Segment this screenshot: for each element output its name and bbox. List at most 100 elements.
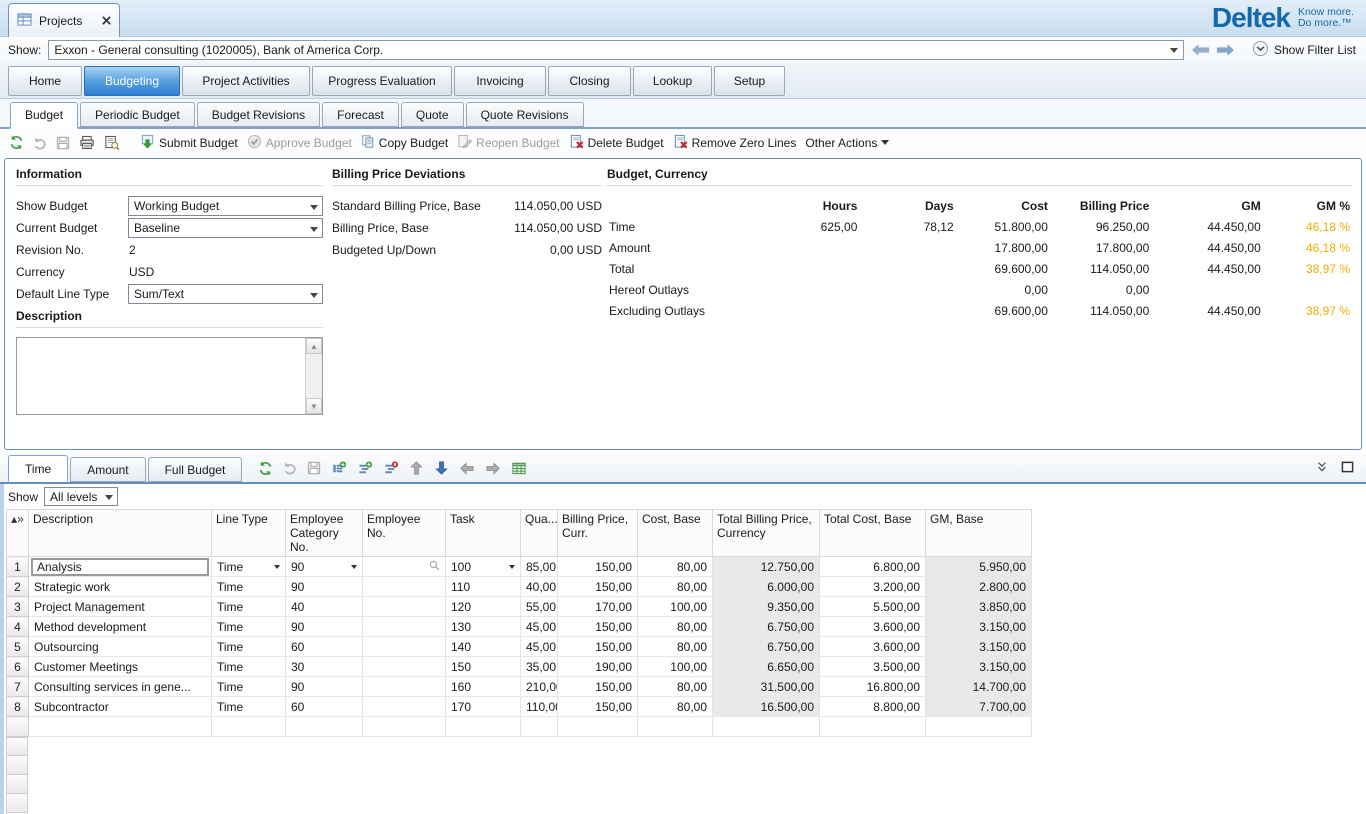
tab-periodic-budget[interactable]: Periodic Budget	[80, 102, 195, 127]
scroll-up-icon[interactable]: ▲	[306, 338, 322, 354]
row-number[interactable]: 1	[7, 557, 29, 577]
table-row[interactable]: 8 Subcontractor Time 60 170 110,00 150,0…	[7, 697, 1032, 717]
tab-setup[interactable]: Setup	[714, 66, 785, 96]
add-line-icon[interactable]	[331, 461, 347, 476]
cell-task[interactable]: 110	[446, 577, 521, 597]
table-row[interactable]: 3 Project Management Time 40 120 55,00 1…	[7, 597, 1032, 617]
column-header-employee-category-no[interactable]: Employee Category No.	[286, 510, 363, 557]
chevron-down-icon[interactable]	[351, 565, 357, 572]
tab-time[interactable]: Time	[8, 455, 68, 482]
cell-employee-no[interactable]	[363, 677, 446, 697]
cell-description[interactable]: Analysis	[29, 557, 212, 577]
chevron-down-icon[interactable]	[509, 565, 515, 572]
tab-amount[interactable]: Amount	[70, 457, 145, 482]
cell-total-cost-base[interactable]: 3.600,00	[820, 637, 926, 657]
cell-quantity[interactable]: 110,00	[521, 697, 558, 717]
cell-billing-price-curr[interactable]: 150,00	[558, 617, 638, 637]
tab-progress-evaluation[interactable]: Progress Evaluation	[312, 66, 452, 96]
cell-task[interactable]: 160	[446, 677, 521, 697]
cell-employee-no[interactable]	[363, 657, 446, 677]
tab-budget-revisions[interactable]: Budget Revisions	[197, 102, 320, 127]
cell-cost-base[interactable]: 100,00	[638, 657, 713, 677]
delete-line-icon[interactable]	[383, 461, 399, 476]
submit-budget-button[interactable]: Submit Budget	[140, 134, 238, 152]
add-sub-line-icon[interactable]	[357, 461, 373, 476]
cell-line-type[interactable]: Time	[212, 697, 286, 717]
cell-line-type[interactable]: Time	[212, 677, 286, 697]
cell-cost-base[interactable]: 80,00	[638, 577, 713, 597]
collapse-icon[interactable]	[1315, 460, 1329, 474]
cell-line-type[interactable]: Time	[212, 597, 286, 617]
cell-cost-base[interactable]: 80,00	[638, 617, 713, 637]
table-row[interactable]: 4 Method development Time 90 130 45,00 1…	[7, 617, 1032, 637]
row-number[interactable]: 8	[7, 697, 29, 717]
column-header-gm-base[interactable]: GM, Base	[926, 510, 1032, 557]
cell-quantity[interactable]: 45,00	[521, 617, 558, 637]
cell-employee-no[interactable]	[363, 577, 446, 597]
cell-line-type[interactable]: Time	[212, 557, 286, 577]
indent-icon[interactable]	[485, 461, 501, 476]
other-actions-button[interactable]: Other Actions	[805, 136, 889, 150]
tab-project-activities[interactable]: Project Activities	[182, 66, 310, 96]
project-selector-combobox[interactable]: Exxon - General consulting (1020005), Ba…	[48, 40, 1184, 60]
cell-total-cost-base[interactable]: 5.500,00	[820, 597, 926, 617]
cell-total-cost-base[interactable]: 3.600,00	[820, 617, 926, 637]
refresh-icon[interactable]	[258, 461, 273, 476]
move-down-icon[interactable]	[434, 460, 449, 476]
cell-billing-price-curr[interactable]: 190,00	[558, 657, 638, 677]
cell-description[interactable]: Project Management	[29, 597, 212, 617]
cell-line-type[interactable]: Time	[212, 657, 286, 677]
cell-employee-no[interactable]	[363, 557, 446, 577]
cell-billing-price-curr[interactable]: 150,00	[558, 577, 638, 597]
cell-total-cost-base[interactable]: 16.800,00	[820, 677, 926, 697]
back-icon[interactable]	[1191, 43, 1210, 57]
scroll-down-icon[interactable]: ▼	[306, 398, 322, 414]
remove-zero-lines-button[interactable]: Remove Zero Lines	[673, 134, 797, 152]
cell-employee-category-no[interactable]: 90	[286, 557, 363, 577]
row-number[interactable]: 3	[7, 597, 29, 617]
row-number[interactable]: 5	[7, 637, 29, 657]
cell-billing-price-curr[interactable]: 150,00	[558, 677, 638, 697]
tab-quote[interactable]: Quote	[401, 102, 464, 127]
cell-billing-price-curr[interactable]: 170,00	[558, 597, 638, 617]
cell-total-cost-base[interactable]: 6.800,00	[820, 557, 926, 577]
cell-description[interactable]: Customer Meetings	[29, 657, 212, 677]
tab-budget[interactable]: Budget	[10, 102, 78, 129]
cell-employee-category-no[interactable]: 60	[286, 637, 363, 657]
cell-quantity[interactable]: 55,00	[521, 597, 558, 617]
tab-lookup[interactable]: Lookup	[633, 66, 712, 96]
cell-task[interactable]: 120	[446, 597, 521, 617]
table-row[interactable]: 5 Outsourcing Time 60 140 45,00 150,00 8…	[7, 637, 1032, 657]
row-number[interactable]: 4	[7, 617, 29, 637]
tab-home[interactable]: Home	[8, 66, 82, 96]
column-header-employee-no[interactable]: Employee No.	[363, 510, 446, 557]
maximize-icon[interactable]	[1341, 461, 1354, 473]
cell-employee-no[interactable]	[363, 617, 446, 637]
tab-invoicing[interactable]: Invoicing	[454, 66, 546, 96]
cell-task[interactable]: 140	[446, 637, 521, 657]
table-row[interactable]: 2 Strategic work Time 90 110 40,00 150,0…	[7, 577, 1032, 597]
cell-cost-base[interactable]: 80,00	[638, 637, 713, 657]
cell-quantity[interactable]: 45,00	[521, 637, 558, 657]
cell-billing-price-curr[interactable]: 150,00	[558, 697, 638, 717]
cell-task[interactable]: 100	[446, 557, 521, 577]
column-header-total-billing-price[interactable]: Total Billing Price, Currency	[713, 510, 820, 557]
cell-description[interactable]: Outsourcing	[29, 637, 212, 657]
select-all-corner[interactable]: ▴»	[7, 510, 29, 557]
print-preview-icon[interactable]	[104, 135, 120, 150]
cell-total-cost-base[interactable]: 3.200,00	[820, 577, 926, 597]
cell-employee-category-no[interactable]: 90	[286, 577, 363, 597]
refresh-icon[interactable]	[9, 135, 24, 150]
show-filter-list-button[interactable]: Show Filter List	[1252, 40, 1356, 60]
tab-quote-revisions[interactable]: Quote Revisions	[466, 102, 584, 127]
cell-task[interactable]: 130	[446, 617, 521, 637]
cell-description[interactable]: Method development	[29, 617, 212, 637]
cell-billing-price-curr[interactable]: 150,00	[558, 637, 638, 657]
column-header-total-cost-base[interactable]: Total Cost, Base	[820, 510, 926, 557]
row-number[interactable]: 7	[7, 677, 29, 697]
outdent-icon[interactable]	[459, 461, 475, 476]
cell-employee-no[interactable]	[363, 637, 446, 657]
table-row[interactable]: 7 Consulting services in gene... Time 90…	[7, 677, 1032, 697]
cell-task[interactable]: 150	[446, 657, 521, 677]
cell-cost-base[interactable]: 80,00	[638, 557, 713, 577]
